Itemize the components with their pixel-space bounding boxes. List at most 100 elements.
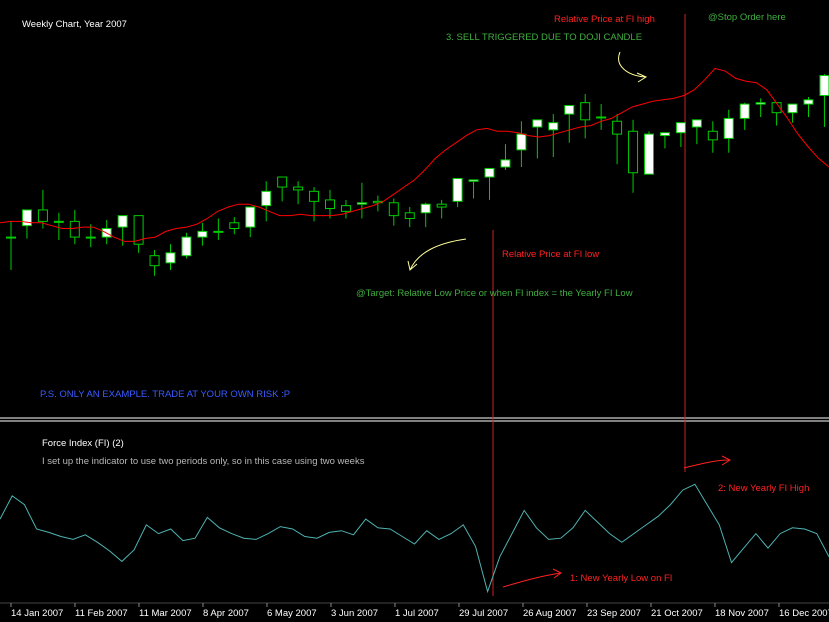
yearly-low-arrow [502, 568, 562, 588]
candle [388, 198, 399, 226]
candle [436, 199, 447, 219]
stop-order-note: @Stop Order here [708, 12, 786, 23]
disclaimer-note: P.S. ONLY AN EXAMPLE. TRADE AT YOUR OWN … [40, 389, 290, 400]
candle-body [739, 103, 750, 119]
candle [404, 207, 415, 228]
candle [803, 96, 814, 117]
candle-body [404, 212, 415, 219]
candle-body [532, 119, 543, 128]
candle [181, 232, 192, 259]
candle [309, 187, 320, 222]
candle-body [117, 215, 128, 228]
x-tick-label: 26 Aug 2007 [523, 608, 576, 619]
candle [819, 74, 829, 127]
yearly-high-arrow [683, 455, 732, 469]
candle-body [468, 179, 479, 182]
indicator-title: Force Index (FI) (2) [42, 438, 124, 449]
candle [133, 215, 144, 253]
x-tick-label: 6 May 2007 [267, 608, 317, 619]
candle-body [787, 103, 798, 114]
candle [101, 219, 112, 245]
candle-body [85, 236, 96, 239]
x-axis-ticks: 14 Jan 2007 11 Feb 2007 11 Mar 2007 8 Apr 2… [10, 603, 829, 619]
candle-body [675, 122, 686, 134]
candle [675, 122, 686, 147]
candle-body [452, 177, 463, 202]
candle [21, 209, 32, 239]
x-tick-label: 11 Feb 2007 [75, 608, 128, 619]
candle [739, 102, 750, 130]
candle [771, 102, 782, 126]
candle-body [165, 252, 176, 264]
candle [293, 181, 304, 205]
candle-body [564, 105, 575, 115]
candle [468, 179, 479, 199]
candle [787, 103, 798, 123]
x-tick-label: 1 Jul 2007 [395, 608, 439, 619]
relative-high-note: Relative Price at FI high [554, 14, 655, 25]
candle [6, 221, 16, 270]
candle [245, 206, 256, 238]
candle [532, 119, 543, 159]
new-yearly-high-note: 2: New Yearly FI High [718, 483, 809, 494]
candle-body [181, 236, 192, 257]
x-tick-label: 16 Dec 2007 [779, 608, 829, 619]
candle [564, 105, 575, 143]
candle [69, 209, 80, 245]
candle-body [436, 203, 447, 208]
candle [644, 131, 654, 175]
x-tick-label: 8 Apr 2007 [203, 608, 249, 619]
candle [197, 222, 208, 246]
candle-body [293, 186, 304, 191]
candle [707, 121, 718, 153]
candle-body [53, 220, 64, 223]
candle-body [819, 75, 829, 97]
candle-body [325, 199, 335, 209]
candle [516, 121, 527, 168]
target-arrow [407, 238, 467, 271]
candle [149, 249, 160, 276]
candle-body [500, 159, 511, 168]
relative-low-note: Relative Price at FI low [502, 249, 599, 260]
candle [659, 132, 670, 149]
candle-body [548, 122, 559, 131]
candle-body [580, 102, 591, 121]
candle-body [723, 117, 734, 139]
main-chart-title: Weekly Chart, Year 2007 [22, 19, 127, 30]
candle-body [69, 220, 80, 238]
sell-trigger-arrow [618, 51, 648, 83]
candle-body [659, 132, 670, 137]
candle [165, 244, 176, 270]
force-index-line [0, 483, 829, 594]
candle [691, 119, 702, 145]
x-tick-label: 14 Jan 2007 [11, 608, 63, 619]
target-note: @Target: Relative Low Price or when FI i… [356, 288, 633, 299]
candle [580, 94, 591, 139]
candle-body [229, 222, 240, 230]
candle-body [484, 167, 495, 178]
candle-body [803, 99, 814, 105]
candles-group [6, 74, 829, 276]
candle-body [37, 209, 48, 222]
x-tick-label: 3 Jun 2007 [331, 608, 378, 619]
candle-body [691, 119, 702, 128]
candle-body [261, 190, 272, 207]
x-tick-label: 21 Oct 2007 [651, 608, 703, 619]
candle [723, 109, 734, 153]
x-tick-label: 18 Nov 2007 [715, 608, 769, 619]
candle-body [516, 133, 527, 151]
candle-body [6, 236, 16, 239]
candle-body [197, 230, 208, 238]
fi-period-note: I set up the indicator to use two period… [42, 456, 365, 467]
new-yearly-low-note: 1: New Yearly Low on FI [570, 573, 672, 584]
candle-body [644, 133, 654, 175]
candle [213, 218, 224, 240]
candle [500, 144, 511, 170]
chart-svg: 14 Jan 2007 11 Feb 2007 11 Mar 2007 8 Apr 2… [0, 12, 829, 619]
candle-body [596, 116, 607, 119]
candle [340, 199, 351, 219]
candle [596, 104, 607, 130]
candle-body [755, 102, 766, 105]
candle-body [340, 205, 351, 212]
chart-window: 14 Jan 2007 11 Feb 2007 11 Mar 2007 8 Apr 2… [0, 0, 829, 622]
